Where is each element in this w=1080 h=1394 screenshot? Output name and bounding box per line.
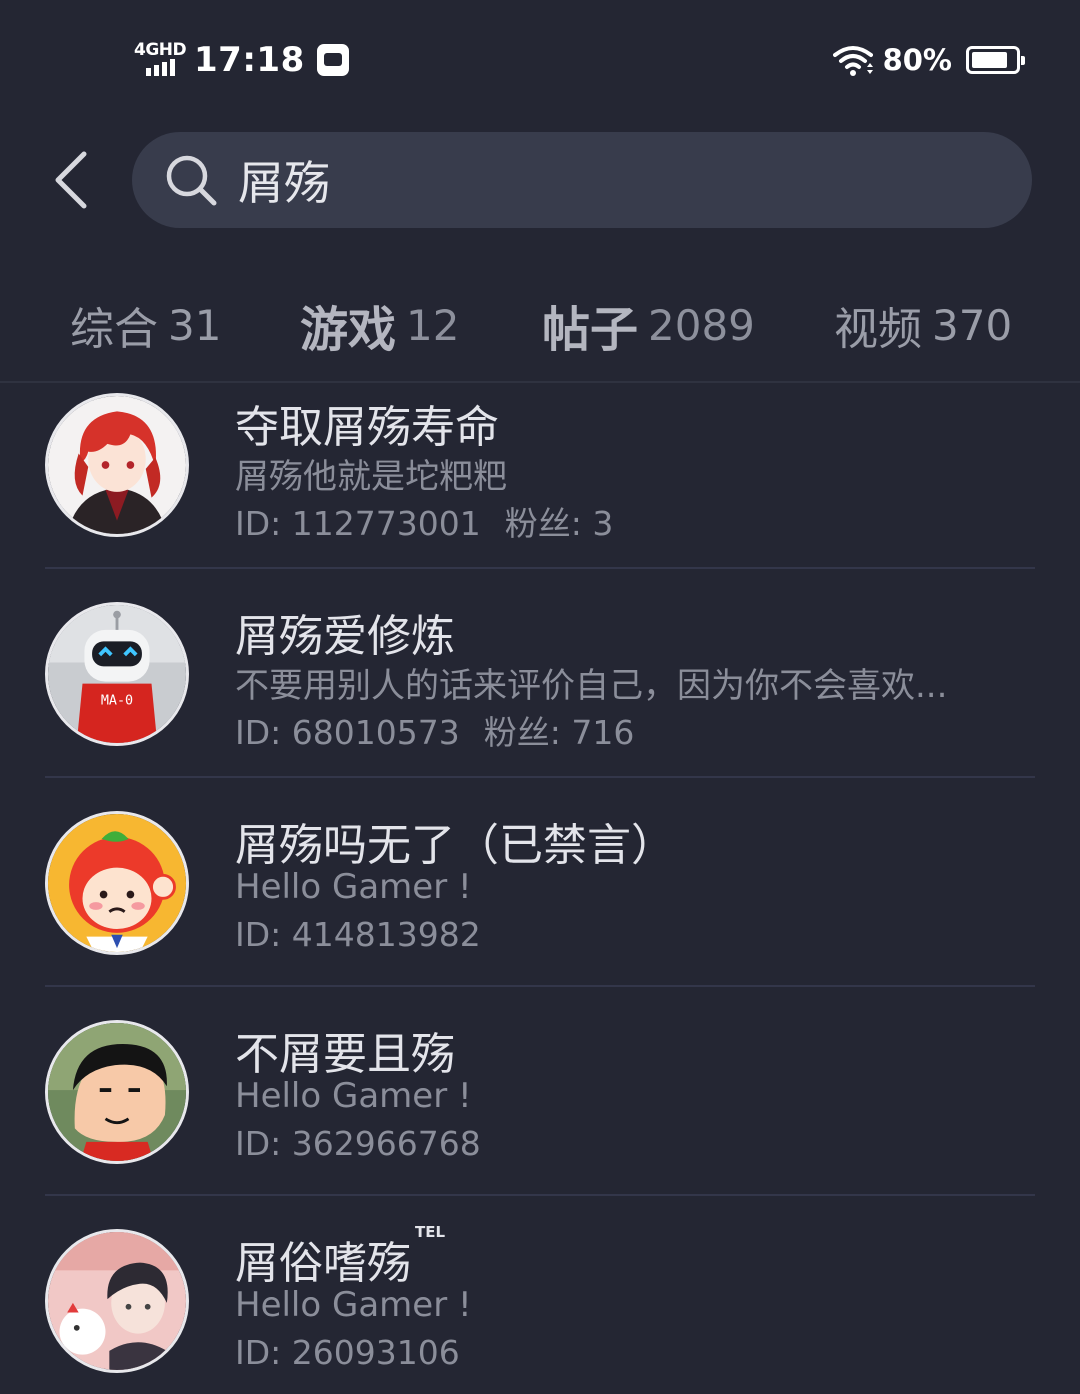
user-name: 屑殇爱修炼 bbox=[235, 611, 455, 662]
tab-count: 12 bbox=[406, 300, 460, 350]
cartoon-boy-avatar-icon bbox=[48, 1023, 186, 1161]
tab-posts[interactable]: 帖子 2089 bbox=[542, 280, 755, 370]
status-bar: 4GHD 17:18 80% bbox=[0, 0, 1080, 120]
status-bar-left: 4GHD 17:18 bbox=[134, 38, 349, 82]
avatar[interactable] bbox=[45, 811, 189, 955]
user-bio: Hello Gamer ! bbox=[235, 1076, 472, 1116]
user-meta: ID: 26093106 bbox=[235, 1333, 460, 1372]
user-meta: ID: 112773001 粉丝: 3 bbox=[235, 497, 613, 545]
avatar[interactable] bbox=[45, 1020, 189, 1164]
tomato-mascot-avatar-icon bbox=[48, 814, 186, 952]
chevron-left-icon bbox=[55, 151, 87, 209]
tab-label: 视频 bbox=[834, 304, 922, 355]
tab-label: 游戏 bbox=[300, 302, 397, 358]
anime-boy-avatar-icon bbox=[48, 1232, 186, 1370]
user-bio: 不要用别人的话来评价自己，因为你不会喜欢... bbox=[235, 666, 948, 706]
user-name: 屑俗嗜殇TEL bbox=[235, 1223, 446, 1289]
tab-count: 2089 bbox=[648, 300, 755, 350]
wifi-icon bbox=[832, 46, 873, 76]
status-bar-right: 80% bbox=[832, 38, 1025, 82]
avatar[interactable] bbox=[45, 393, 189, 537]
tab-games[interactable]: 游戏 12 bbox=[300, 280, 459, 370]
name-badge: TEL bbox=[415, 1223, 446, 1241]
user-id: ID: 362966768 bbox=[235, 1124, 481, 1163]
battery-percent: 80% bbox=[882, 43, 952, 77]
battery-fill bbox=[972, 52, 1007, 68]
tab-count: 370 bbox=[932, 300, 1013, 350]
row-divider bbox=[45, 1194, 1035, 1196]
list-item[interactable]: 不屑要且殇 Hello Gamer ! ID: 362966768 bbox=[0, 1010, 1080, 1219]
user-name: 屑殇吗无了（已禁言） bbox=[235, 820, 675, 871]
user-meta: ID: 362966768 bbox=[235, 1124, 481, 1163]
user-followers: 粉丝: 3 bbox=[504, 504, 614, 543]
search-query: 屑殇 bbox=[238, 156, 330, 210]
clock: 17:18 bbox=[194, 40, 305, 80]
tab-count: 31 bbox=[168, 300, 222, 350]
search-icon bbox=[166, 155, 217, 206]
list-item[interactable]: 屑俗嗜殇TEL Hello Gamer ! ID: 26093106 bbox=[0, 1219, 1080, 1394]
user-id: ID: 112773001 bbox=[235, 504, 481, 543]
robot-shirt-text: MA-0 bbox=[101, 694, 133, 709]
row-divider bbox=[45, 776, 1035, 778]
user-bio: 屑殇他就是坨粑粑 bbox=[235, 457, 507, 497]
battery-icon bbox=[966, 46, 1025, 74]
notification-app-icon bbox=[316, 44, 349, 76]
tab-label: 帖子 bbox=[542, 302, 639, 358]
row-divider bbox=[45, 985, 1035, 987]
anime-red-hair-avatar-icon bbox=[48, 396, 186, 534]
list-item[interactable]: 夺取屑殇寿命 屑殇他就是坨粑粑 ID: 112773001 粉丝: 3 bbox=[0, 383, 1080, 592]
robot-avatar-icon: MA-0 bbox=[48, 605, 186, 743]
search-results-page: 4GHD 17:18 80% 屑殇 综合 31 游戏 12 帖子 2089 视频… bbox=[0, 0, 1080, 1394]
user-id: ID: 414813982 bbox=[235, 915, 481, 954]
avatar[interactable] bbox=[45, 1229, 189, 1373]
user-id: ID: 26093106 bbox=[235, 1333, 460, 1372]
row-divider bbox=[45, 567, 1035, 569]
result-tabs: 综合 31 游戏 12 帖子 2089 视频 370 bbox=[0, 280, 1080, 370]
user-bio: Hello Gamer ! bbox=[235, 867, 472, 907]
user-meta: ID: 68010573 粉丝: 716 bbox=[235, 706, 634, 754]
user-followers: 粉丝: 716 bbox=[483, 713, 635, 752]
user-id: ID: 68010573 bbox=[235, 713, 460, 752]
user-bio: Hello Gamer ! bbox=[235, 1285, 472, 1325]
user-name: 不屑要且殇 bbox=[235, 1029, 455, 1080]
back-button[interactable] bbox=[40, 145, 100, 215]
cellular-signal-icon: 4GHD bbox=[134, 40, 187, 80]
list-item[interactable]: MA-0 屑殇爱修炼 不要用别人的话来评价自己，因为你不会喜欢... ID: 6… bbox=[0, 592, 1080, 801]
list-item[interactable]: 屑殇吗无了（已禁言） Hello Gamer ! ID: 414813982 bbox=[0, 801, 1080, 1010]
avatar[interactable]: MA-0 bbox=[45, 602, 189, 746]
tab-label: 综合 bbox=[70, 304, 158, 355]
tab-all[interactable]: 综合 31 bbox=[70, 280, 221, 370]
tab-videos[interactable]: 视频 370 bbox=[834, 280, 1012, 370]
network-type: 4GHD bbox=[134, 40, 187, 60]
search-input[interactable]: 屑殇 bbox=[132, 132, 1032, 228]
user-meta: ID: 414813982 bbox=[235, 915, 481, 954]
user-name: 夺取屑殇寿命 bbox=[235, 402, 499, 453]
